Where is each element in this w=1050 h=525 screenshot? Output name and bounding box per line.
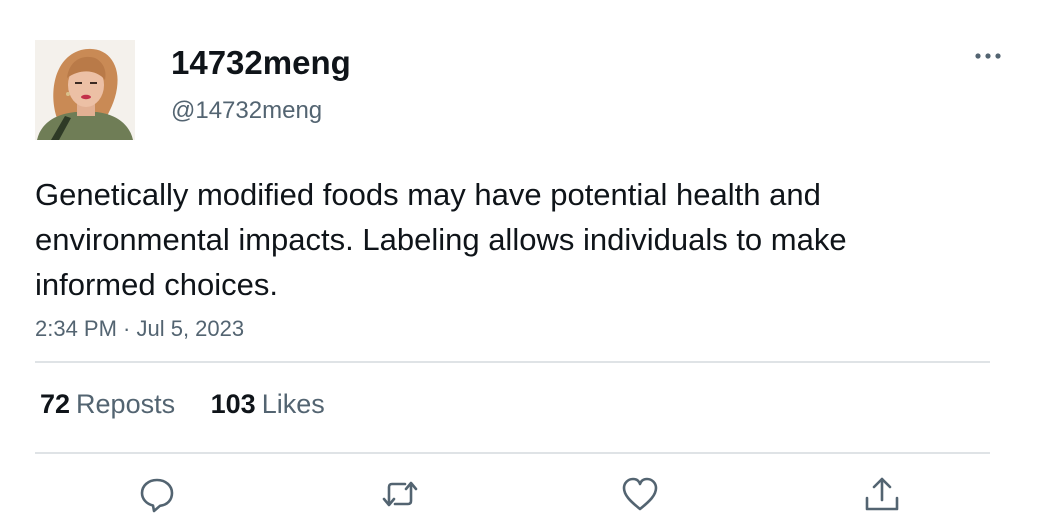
- avatar-image: [35, 40, 135, 140]
- heart-icon[interactable]: [620, 474, 660, 514]
- tweet-timestamp[interactable]: 2:34 PM · Jul 5, 2023: [35, 314, 244, 344]
- repost-arrows-icon[interactable]: [380, 474, 420, 514]
- tweet-card: 14732meng @14732meng Genetically modifie…: [0, 0, 1050, 525]
- likes-count: 103: [210, 389, 256, 419]
- ellipsis-icon[interactable]: [972, 44, 1004, 68]
- avatar[interactable]: [35, 40, 135, 140]
- likes-stat[interactable]: 103 Likes: [211, 386, 325, 422]
- divider: [35, 361, 990, 363]
- user-handle[interactable]: @14732meng: [171, 96, 322, 126]
- engagement-stats: 72 Reposts 103 Likes: [40, 386, 353, 422]
- likes-label: Likes: [261, 389, 325, 419]
- divider: [35, 452, 990, 454]
- tweet-text: Genetically modified foods may have pote…: [35, 177, 847, 302]
- reposts-count: 72: [40, 389, 71, 419]
- share-upload-icon[interactable]: [862, 474, 902, 514]
- speech-bubble-icon[interactable]: [137, 474, 177, 514]
- reposts-label: Reposts: [76, 389, 176, 419]
- display-name[interactable]: 14732meng: [171, 43, 351, 83]
- reposts-stat[interactable]: 72 Reposts: [40, 386, 175, 422]
